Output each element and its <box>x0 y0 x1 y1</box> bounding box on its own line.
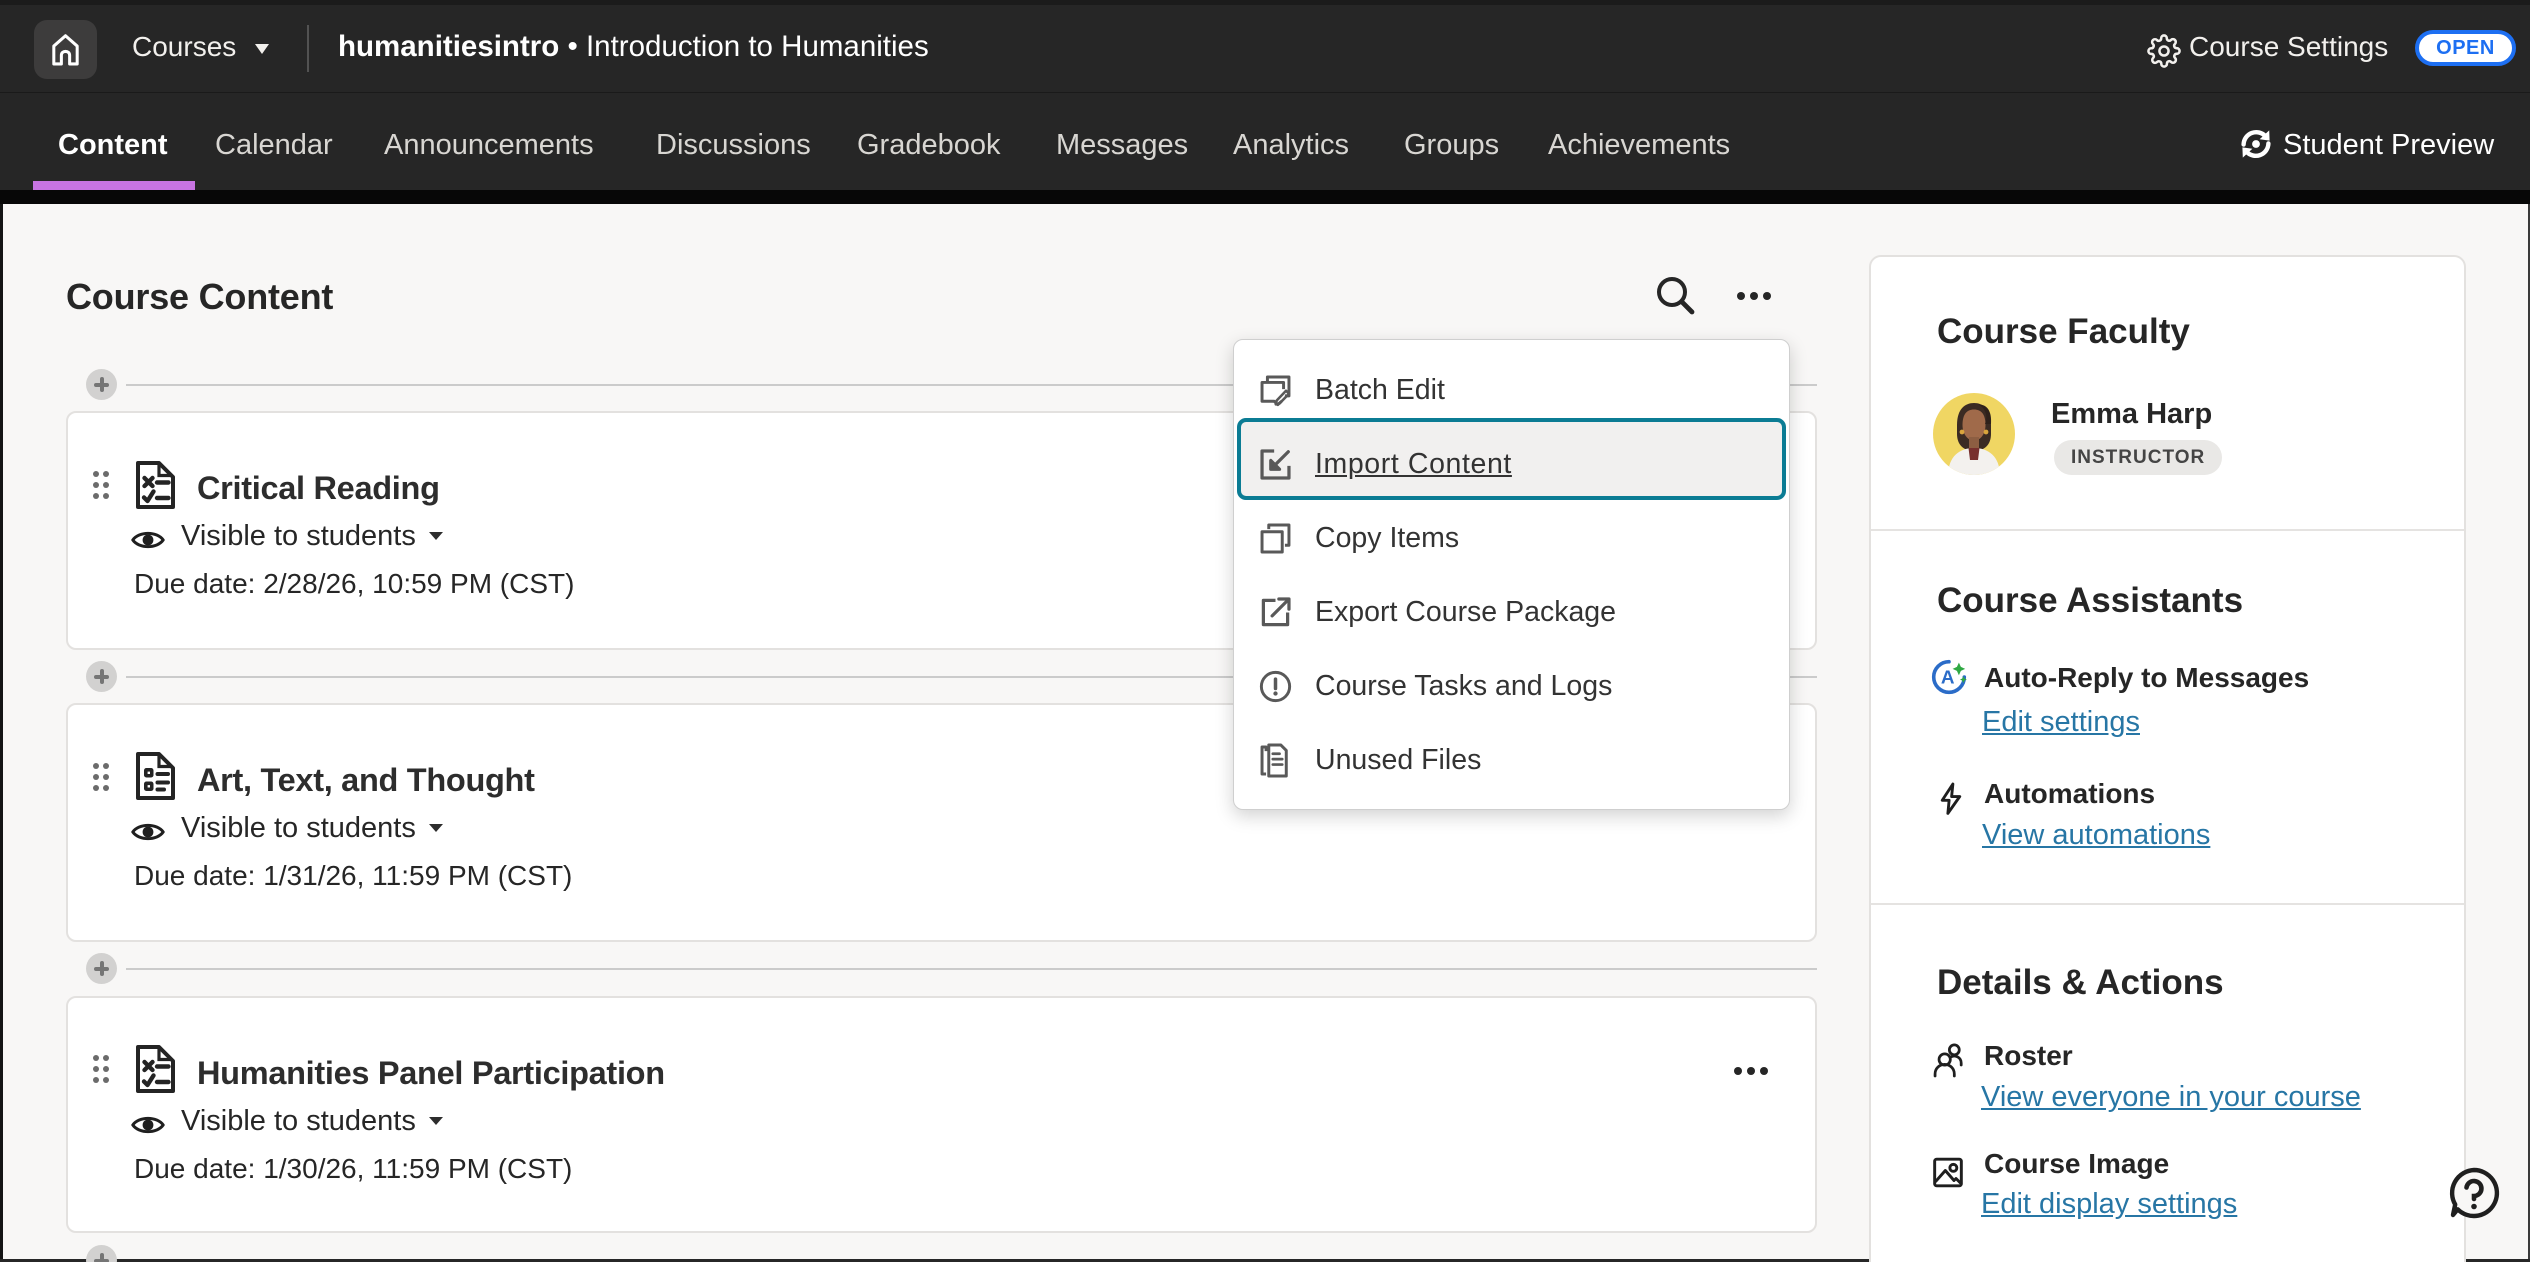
svg-text:A: A <box>1941 667 1955 688</box>
